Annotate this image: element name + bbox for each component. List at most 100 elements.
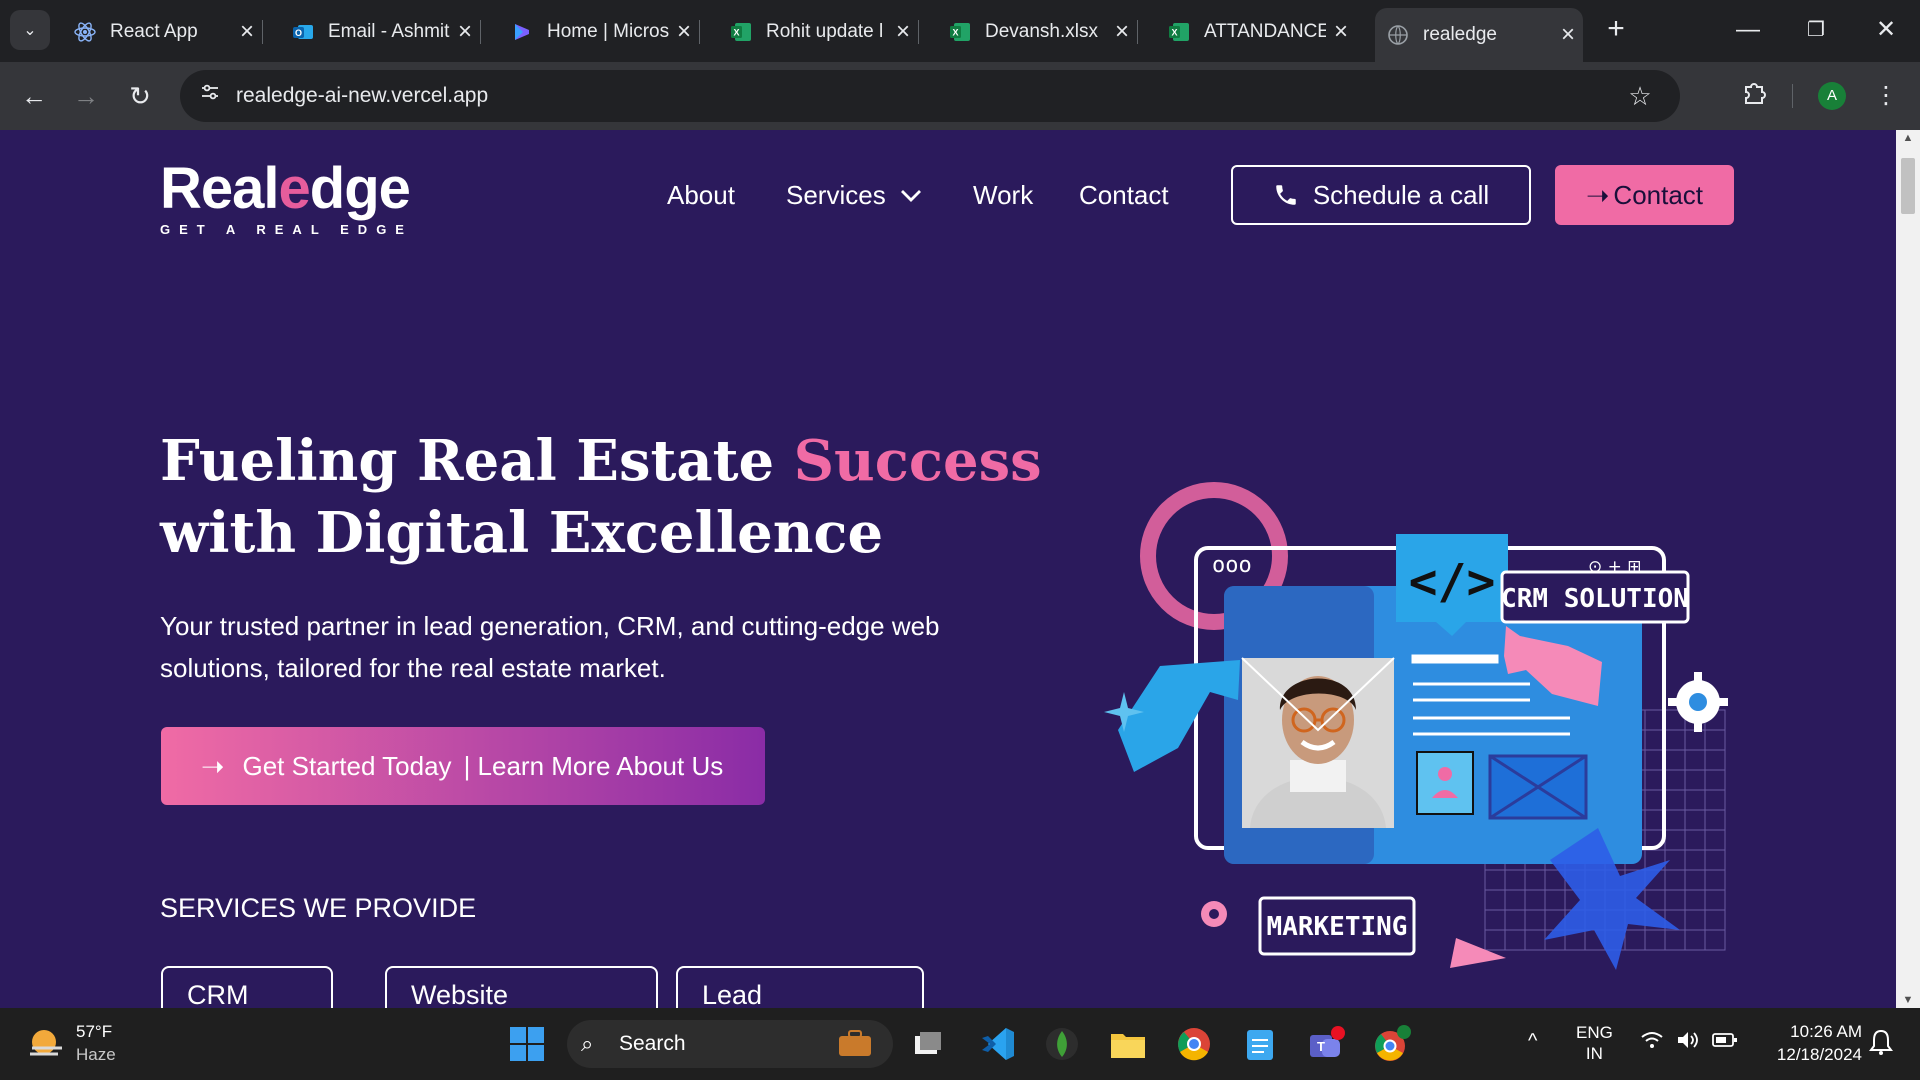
volume-icon[interactable] bbox=[1676, 1030, 1700, 1055]
tab-title: Rohit update l bbox=[766, 21, 884, 42]
browser-tab-strip: ⌄ React App × O Email - Ashmit × Home | … bbox=[0, 0, 1920, 62]
copilot-icon bbox=[511, 21, 533, 43]
scrollbar-thumb[interactable] bbox=[1901, 158, 1915, 214]
hero-illustration: ooo ⊙ + ⊞ </> CRM SOLUTION MARKETING bbox=[1104, 482, 1728, 970]
teams-icon[interactable]: T bbox=[1304, 1022, 1348, 1066]
language-code: ENG bbox=[1576, 1023, 1613, 1042]
tab-attandance[interactable]: X ATTANDANCE × bbox=[1156, 8, 1356, 56]
tray-expand-chevron-icon[interactable]: ^ bbox=[1528, 1030, 1537, 1053]
tab-search-chevron-icon[interactable]: ⌄ bbox=[10, 10, 50, 50]
hero-subtitle: Your trusted partner in lead generation,… bbox=[160, 611, 940, 683]
service-pill-lead-generation[interactable]: Lead Generation bbox=[676, 966, 924, 1008]
new-tab-plus-icon[interactable]: + bbox=[1598, 12, 1634, 48]
reload-icon[interactable]: ↻ bbox=[120, 76, 160, 116]
tab-separator bbox=[262, 20, 263, 44]
services-heading: SERVICES WE PROVIDE bbox=[160, 893, 477, 923]
mongodb-icon[interactable] bbox=[1040, 1022, 1084, 1066]
tab-home-microsoft[interactable]: Home | Micros × bbox=[499, 8, 700, 56]
close-window-icon[interactable]: ✕ bbox=[1866, 12, 1906, 48]
contact-button-label: Contact bbox=[1613, 179, 1704, 210]
close-tab-icon[interactable]: × bbox=[888, 18, 918, 46]
close-tab-icon[interactable]: × bbox=[232, 18, 262, 46]
svg-text:X: X bbox=[952, 28, 958, 38]
file-explorer-icon[interactable] bbox=[1106, 1022, 1150, 1066]
clock[interactable]: 10:26 AM 12/18/2024 bbox=[1752, 1020, 1862, 1066]
tab-rohit-update[interactable]: X Rohit update l × bbox=[718, 8, 919, 56]
weather-widget[interactable]: 57°F Haze bbox=[76, 1020, 116, 1066]
close-tab-icon[interactable]: × bbox=[450, 18, 480, 46]
tab-title: ATTANDANCE bbox=[1204, 21, 1326, 42]
excel-icon: X bbox=[1168, 21, 1190, 43]
address-bar[interactable]: realedge-ai-new.vercel.app ☆ bbox=[180, 70, 1680, 122]
excel-icon: X bbox=[949, 21, 971, 43]
tab-separator bbox=[480, 20, 481, 44]
profile-avatar[interactable]: A bbox=[1818, 82, 1846, 110]
scroll-up-icon[interactable]: ▲ bbox=[1896, 132, 1920, 144]
nav-services[interactable]: Services bbox=[786, 180, 922, 211]
windows-start-icon[interactable] bbox=[505, 1022, 549, 1066]
logo-tagline: GET A REAL EDGE bbox=[160, 222, 413, 237]
tab-react-app[interactable]: React App × bbox=[62, 8, 263, 56]
nav-contact[interactable]: Contact bbox=[1079, 180, 1169, 211]
svg-text:T: T bbox=[1317, 1039, 1325, 1054]
contact-button[interactable]: ➝ Contact bbox=[1555, 165, 1734, 225]
window-dots: ooo bbox=[1212, 553, 1252, 578]
page-scrollbar[interactable]: ▲ ▼ bbox=[1896, 130, 1920, 1008]
cta-learn-more-label[interactable]: | Learn More About Us bbox=[464, 751, 724, 782]
taskbar-search-box[interactable]: ⌕ Search bbox=[567, 1020, 893, 1068]
back-arrow-icon[interactable]: ← bbox=[14, 76, 54, 116]
chrome-icon[interactable] bbox=[1172, 1022, 1216, 1066]
forward-arrow-icon[interactable]: → bbox=[66, 76, 106, 116]
weather-haze-icon[interactable] bbox=[24, 1022, 68, 1066]
arrow-right-icon: ➝ bbox=[1585, 179, 1610, 211]
svg-text:O: O bbox=[295, 28, 302, 38]
hero-line-1: Fueling Real Estate bbox=[160, 428, 794, 494]
logo-accent-letter: e bbox=[278, 156, 311, 221]
search-icon: ⌕ bbox=[581, 1031, 594, 1056]
react-icon bbox=[74, 21, 96, 43]
task-view-icon[interactable] bbox=[906, 1022, 950, 1066]
windows-taskbar: 57°F Haze ⌕ Search T ^ ENG IN 10:26 AM 1… bbox=[0, 1008, 1920, 1080]
extensions-puzzle-icon[interactable] bbox=[1734, 76, 1774, 116]
logo-part: dge bbox=[309, 156, 411, 221]
notification-bell-icon[interactable] bbox=[1868, 1028, 1894, 1061]
language-indicator[interactable]: ENG IN bbox=[1576, 1022, 1613, 1064]
browser-toolbar: ← → ↻ realedge-ai-new.vercel.app ☆ A ⋮ bbox=[0, 62, 1920, 130]
tab-separator bbox=[1137, 20, 1138, 44]
tab-email[interactable]: O Email - Ashmit × bbox=[280, 8, 481, 56]
minimize-icon[interactable]: — bbox=[1728, 12, 1768, 48]
pink-triangle-shape bbox=[1450, 938, 1506, 968]
nav-work[interactable]: Work bbox=[973, 180, 1033, 211]
service-pill-website[interactable]: Website Designing bbox=[385, 966, 658, 1008]
bookmark-star-icon[interactable]: ☆ bbox=[1620, 76, 1660, 116]
realedge-logo[interactable]: Realedge GET A REAL EDGE bbox=[160, 156, 413, 238]
restore-icon[interactable]: ❐ bbox=[1796, 12, 1836, 48]
tab-separator bbox=[699, 20, 700, 44]
close-tab-icon[interactable]: × bbox=[1107, 18, 1137, 46]
url-text[interactable]: realedge-ai-new.vercel.app bbox=[236, 70, 488, 122]
globe-icon bbox=[1387, 24, 1409, 46]
arrow-right-icon: ➝ bbox=[201, 750, 225, 782]
wifi-icon[interactable] bbox=[1640, 1030, 1664, 1055]
get-started-button[interactable]: ➝ Get Started Today | Learn More About U… bbox=[161, 727, 765, 805]
browser-menu-icon[interactable]: ⋮ bbox=[1866, 76, 1906, 116]
notepad-icon[interactable] bbox=[1238, 1022, 1282, 1066]
close-tab-icon[interactable]: × bbox=[669, 18, 699, 46]
service-pill-crm[interactable]: CRM Solution bbox=[161, 966, 333, 1008]
hero-accent-word: Success bbox=[793, 428, 1042, 494]
hero-heading: Fueling Real Estate Success with Digital… bbox=[160, 425, 1042, 569]
crm-solution-text: CRM SOLUTION bbox=[1501, 584, 1689, 614]
tab-devansh[interactable]: X Devansh.xlsx × bbox=[937, 8, 1138, 56]
chrome-profile-active-icon[interactable] bbox=[1370, 1022, 1414, 1066]
outlook-icon: O bbox=[292, 21, 314, 43]
nav-about[interactable]: About bbox=[667, 180, 735, 211]
vscode-icon[interactable] bbox=[976, 1022, 1020, 1066]
schedule-call-button[interactable]: Schedule a call bbox=[1231, 165, 1531, 225]
tab-realedge[interactable]: realedge × bbox=[1375, 8, 1583, 62]
close-tab-icon[interactable]: × bbox=[1326, 18, 1356, 46]
site-settings-icon[interactable] bbox=[190, 76, 230, 116]
battery-icon[interactable] bbox=[1712, 1032, 1738, 1053]
close-tab-icon[interactable]: × bbox=[1553, 21, 1583, 49]
tab-title: Email - Ashmit bbox=[328, 21, 450, 42]
scroll-down-icon[interactable]: ▼ bbox=[1896, 994, 1920, 1006]
